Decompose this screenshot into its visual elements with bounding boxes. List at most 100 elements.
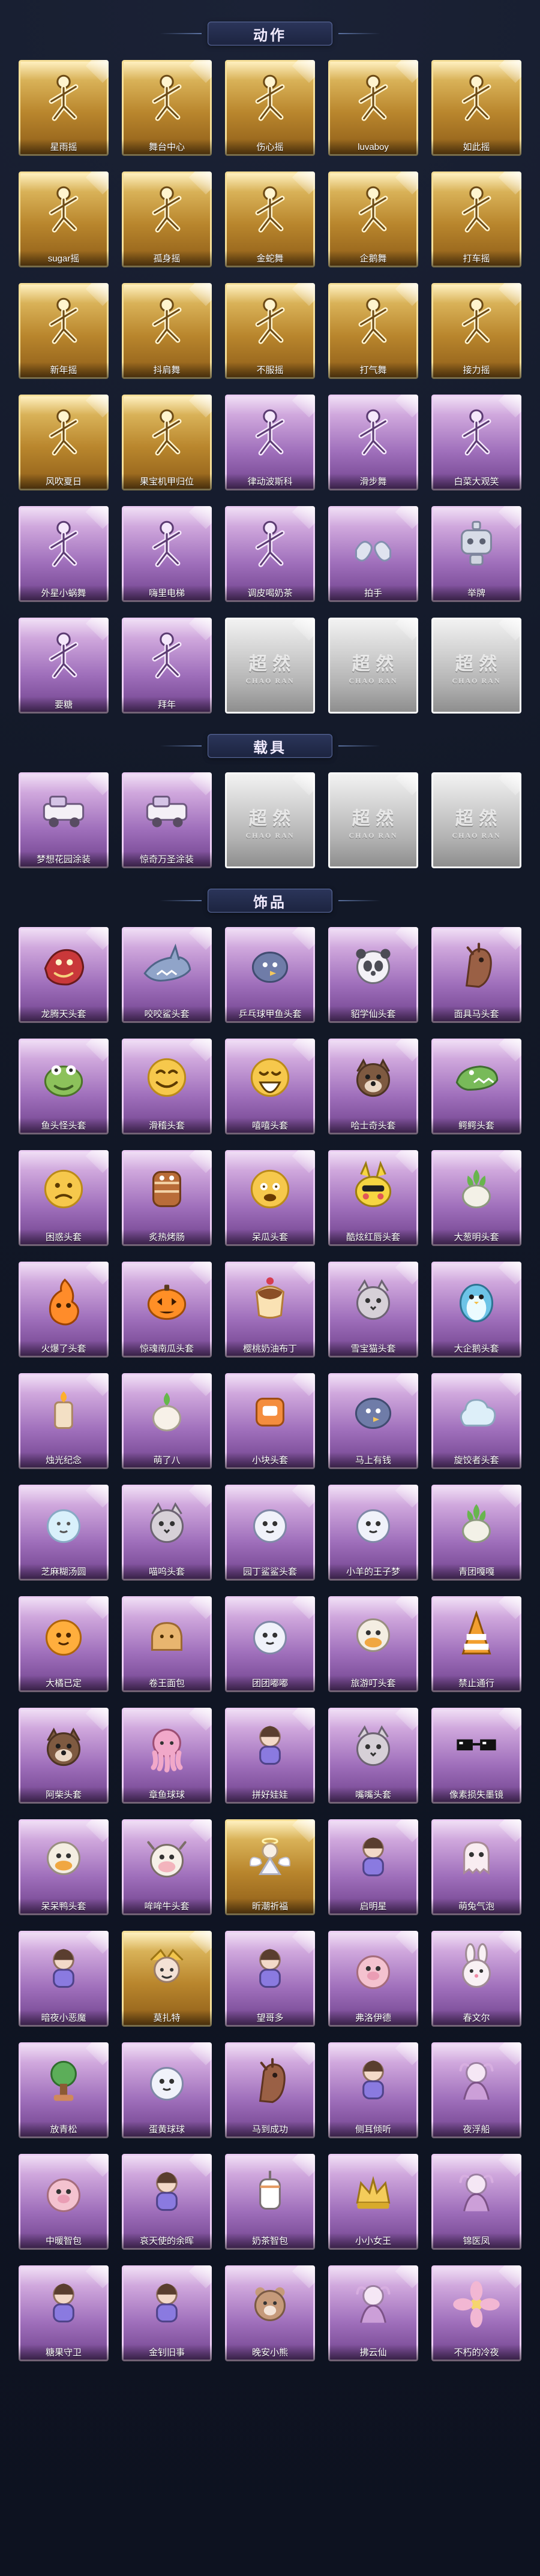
item-card[interactable]: 火爆了头套 xyxy=(19,1262,109,1358)
item-card[interactable]: 拼好娃娃 xyxy=(225,1708,315,1804)
item-card[interactable]: 樱桃奶油布丁 xyxy=(225,1262,315,1358)
item-card[interactable]: 金钊旧事 xyxy=(122,2265,212,2361)
locked-item-card[interactable]: 超 然 CHAO RAN xyxy=(225,772,315,868)
item-card[interactable]: 滑稽头套 xyxy=(122,1039,212,1134)
item-card[interactable]: 貂学仙头套 xyxy=(328,927,418,1023)
item-card[interactable]: 不朽的冷夜 xyxy=(431,2265,521,2361)
item-card[interactable]: 困惑头套 xyxy=(19,1150,109,1246)
item-card[interactable]: 惊魂南瓜头套 xyxy=(122,1262,212,1358)
item-card[interactable]: 夜浮船 xyxy=(431,2042,521,2138)
item-card[interactable]: 园丁鲨鲨头套 xyxy=(225,1485,315,1581)
item-card[interactable]: 金蛇舞 xyxy=(225,171,315,267)
locked-item-card[interactable]: 超 然 CHAO RAN xyxy=(431,772,521,868)
locked-item-card[interactable]: 超 然 CHAO RAN xyxy=(328,772,418,868)
item-card[interactable]: 暗夜小恶魔 xyxy=(19,1931,109,2027)
item-card[interactable]: 大企鹅头套 xyxy=(431,1262,521,1358)
item-card[interactable]: 举牌 xyxy=(431,506,521,602)
item-card[interactable]: 青团嘎嘎 xyxy=(431,1485,521,1581)
item-card[interactable]: 嗨里电梯 xyxy=(122,506,212,602)
item-card[interactable]: 舞台中心 xyxy=(122,60,212,156)
item-card[interactable]: 哞哞牛头套 xyxy=(122,1819,212,1915)
item-card[interactable]: 马到成功 xyxy=(225,2042,315,2138)
locked-item-card[interactable]: 超 然 CHAO RAN xyxy=(431,618,521,714)
item-card[interactable]: 大葱明头套 xyxy=(431,1150,521,1246)
item-card[interactable]: 龙腾天头套 xyxy=(19,927,109,1023)
locked-item-card[interactable]: 超 然 CHAO RAN xyxy=(225,618,315,714)
item-card[interactable]: 呆呆鸭头套 xyxy=(19,1819,109,1915)
item-card[interactable]: 惊奇万圣涂装 xyxy=(122,772,212,868)
item-card[interactable]: 炙热烤肠 xyxy=(122,1150,212,1246)
item-card[interactable]: 哀天使的余晖 xyxy=(122,2154,212,2250)
item-card[interactable]: 旋饺者头套 xyxy=(431,1373,521,1469)
item-card[interactable]: 果宝机甲归位 xyxy=(122,395,212,490)
item-card[interactable]: 拜年 xyxy=(122,618,212,714)
item-card[interactable]: 晚安小熊 xyxy=(225,2265,315,2361)
item-card[interactable]: 莫扎特 xyxy=(122,1931,212,2027)
item-card[interactable]: 面具马头套 xyxy=(431,927,521,1023)
item-card[interactable]: 孤身摇 xyxy=(122,171,212,267)
item-card[interactable]: 马上有钱 xyxy=(328,1373,418,1469)
item-card[interactable]: 不服摇 xyxy=(225,283,315,379)
item-card[interactable]: 哈士奇头套 xyxy=(328,1039,418,1134)
item-card[interactable]: 春文尔 xyxy=(431,1931,521,2027)
item-card[interactable]: 伤心摇 xyxy=(225,60,315,156)
item-card[interactable]: 如此摇 xyxy=(431,60,521,156)
item-card[interactable]: sugar摇 xyxy=(19,171,109,267)
item-card[interactable]: 望哥多 xyxy=(225,1931,315,2027)
item-card[interactable]: 接力摇 xyxy=(431,283,521,379)
item-card[interactable]: 糖果守卫 xyxy=(19,2265,109,2361)
item-card[interactable]: 星雨摇 xyxy=(19,60,109,156)
item-card[interactable]: 风吹夏日 xyxy=(19,395,109,490)
item-card[interactable]: 中暖智包 xyxy=(19,2154,109,2250)
item-card[interactable]: 像素损失墨镜 xyxy=(431,1708,521,1804)
item-card[interactable]: 抖肩舞 xyxy=(122,283,212,379)
item-card[interactable]: 小块头套 xyxy=(225,1373,315,1469)
item-card[interactable]: 喵呜头套 xyxy=(122,1485,212,1581)
item-card[interactable]: 小羊的王子梦 xyxy=(328,1485,418,1581)
item-card[interactable]: 蛋黄球球 xyxy=(122,2042,212,2138)
item-card[interactable]: 昕潮祈福 xyxy=(225,1819,315,1915)
item-card[interactable]: 滑步舞 xyxy=(328,395,418,490)
item-card[interactable]: 奶茶智包 xyxy=(225,2154,315,2250)
item-card[interactable]: 嘴嘴头套 xyxy=(328,1708,418,1804)
item-card[interactable]: 侧耳倾听 xyxy=(328,2042,418,2138)
item-card[interactable]: 萌了八 xyxy=(122,1373,212,1469)
item-card[interactable]: 新年摇 xyxy=(19,283,109,379)
item-card[interactable]: 拂云仙 xyxy=(328,2265,418,2361)
item-card[interactable]: luvaboy xyxy=(328,60,418,156)
item-card[interactable]: 团团嘟嘟 xyxy=(225,1596,315,1692)
item-card[interactable]: 嘻嘻头套 xyxy=(225,1039,315,1134)
item-card[interactable]: 咬咬鲨头套 xyxy=(122,927,212,1023)
item-card[interactable]: 雪宝猫头套 xyxy=(328,1262,418,1358)
item-card[interactable]: 卷王面包 xyxy=(122,1596,212,1692)
item-card[interactable]: 梦想花园涂装 xyxy=(19,772,109,868)
item-card[interactable]: 禁止通行 xyxy=(431,1596,521,1692)
item-card[interactable]: 大橘已定 xyxy=(19,1596,109,1692)
item-card[interactable]: 弗洛伊德 xyxy=(328,1931,418,2027)
item-card[interactable]: 启明星 xyxy=(328,1819,418,1915)
item-card[interactable]: 旅游叮头套 xyxy=(328,1596,418,1692)
item-card[interactable]: 章鱼球球 xyxy=(122,1708,212,1804)
item-card[interactable]: 阿柴头套 xyxy=(19,1708,109,1804)
item-card[interactable]: 酷炫红唇头套 xyxy=(328,1150,418,1246)
item-card[interactable]: 小小女王 xyxy=(328,2154,418,2250)
item-card[interactable]: 打车摇 xyxy=(431,171,521,267)
item-card[interactable]: 芝麻糊汤圆 xyxy=(19,1485,109,1581)
item-card[interactable]: 调皮喝奶茶 xyxy=(225,506,315,602)
item-card[interactable]: 要糖 xyxy=(19,618,109,714)
item-card[interactable]: 放青松 xyxy=(19,2042,109,2138)
item-card[interactable]: 萌兔气泡 xyxy=(431,1819,521,1915)
item-card[interactable]: 打气舞 xyxy=(328,283,418,379)
item-card[interactable]: 律动波斯科 xyxy=(225,395,315,490)
item-card[interactable]: 乒乓球甲鱼头套 xyxy=(225,927,315,1023)
item-card[interactable]: 白菜大观笑 xyxy=(431,395,521,490)
item-card[interactable]: 企鹅舞 xyxy=(328,171,418,267)
item-card[interactable]: 锦医凤 xyxy=(431,2154,521,2250)
item-card[interactable]: 外星小蜗舞 xyxy=(19,506,109,602)
item-card[interactable]: 烛光纪念 xyxy=(19,1373,109,1469)
item-card[interactable]: 鳄鳄头套 xyxy=(431,1039,521,1134)
item-card[interactable]: 拍手 xyxy=(328,506,418,602)
locked-item-card[interactable]: 超 然 CHAO RAN xyxy=(328,618,418,714)
item-card[interactable]: 鱼头怪头套 xyxy=(19,1039,109,1134)
item-card[interactable]: 呆瓜头套 xyxy=(225,1150,315,1246)
